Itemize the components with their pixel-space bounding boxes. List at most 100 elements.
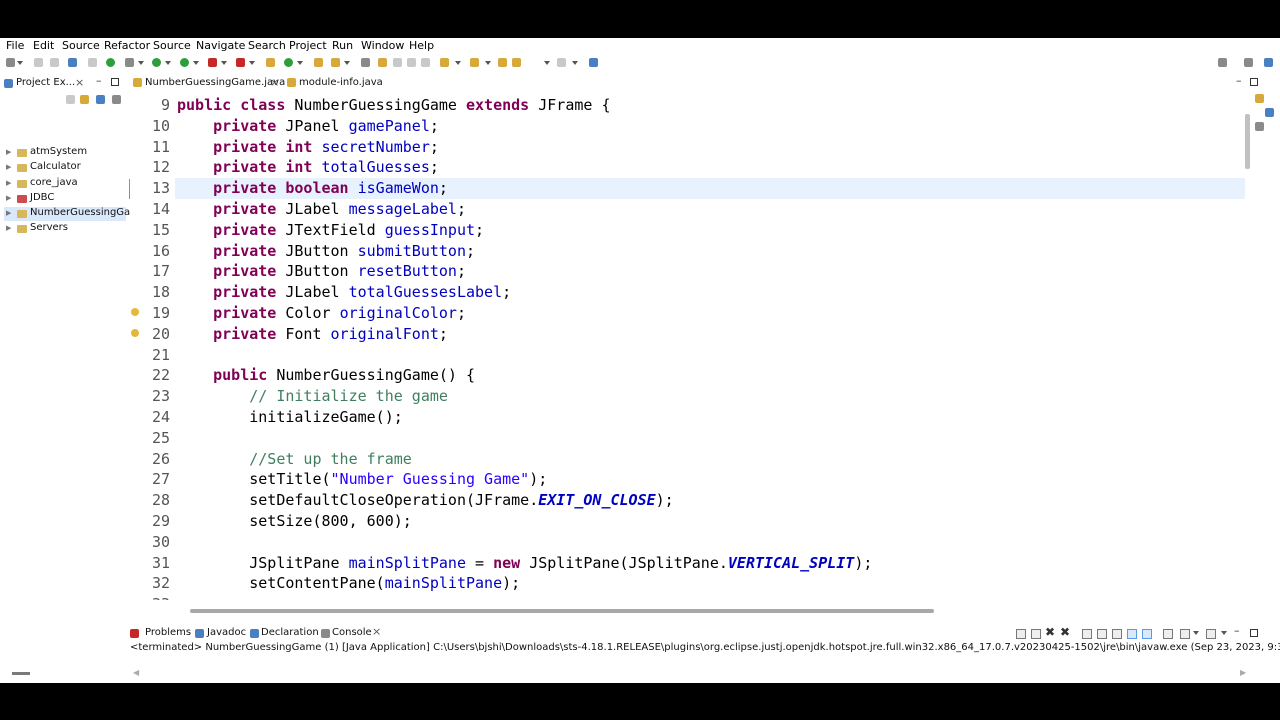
scroll-right-icon[interactable]: ▶ (1240, 668, 1246, 677)
mark-occurrences-icon[interactable] (361, 58, 370, 67)
tree-item-atmsystem[interactable]: ▶ atmSystem (4, 146, 126, 160)
expand-icon[interactable]: ▶ (6, 194, 11, 202)
code-line[interactable]: private int totalGuesses; (177, 158, 439, 176)
clear-console-icon[interactable] (1082, 629, 1092, 639)
menu-project[interactable]: Project (289, 39, 327, 52)
code-line[interactable]: setContentPane(mainSplitPane); (177, 574, 520, 592)
view-menu-icon[interactable] (112, 95, 121, 104)
code-line[interactable]: private JPanel gamePanel; (177, 117, 439, 135)
tree-item-jdbc[interactable]: ▶ JDBC (4, 192, 126, 206)
run-server-icon[interactable] (106, 58, 115, 67)
remove-launch-icon[interactable] (1016, 629, 1026, 639)
next-annotation-dropdown-icon[interactable] (455, 61, 461, 65)
tab-module-info[interactable]: module-info.java (299, 77, 383, 88)
pin-editor-icon[interactable] (589, 58, 598, 67)
code-line[interactable]: setSize(800, 600); (177, 512, 412, 530)
tree-item-core-java[interactable]: ▶ core_java (4, 177, 126, 191)
code-line[interactable]: private JTextField guessInput; (177, 221, 484, 239)
save-all-icon[interactable] (50, 58, 59, 67)
code-line[interactable]: private boolean isGameWon; (177, 179, 448, 197)
toggle-breadcrumb-icon[interactable] (378, 58, 387, 67)
run-icon[interactable] (152, 58, 161, 67)
menu-file[interactable]: File (6, 39, 24, 52)
tab-declaration[interactable]: Declaration (261, 627, 319, 638)
block-selection-icon[interactable] (393, 58, 402, 67)
minimize-icon[interactable]: – (96, 74, 102, 87)
new-icon[interactable] (6, 58, 15, 67)
display-console-icon[interactable] (1180, 629, 1190, 639)
code-editor[interactable]: 9 public class NumberGuessingGame extends… (130, 94, 1250, 600)
link-with-editor-icon[interactable] (80, 95, 89, 104)
code-line[interactable]: setTitle("Number Guessing Game"); (177, 470, 547, 488)
expand-icon[interactable]: ▶ (6, 148, 11, 156)
tab-console[interactable]: Console (332, 627, 372, 638)
expand-icon[interactable]: ▶ (6, 224, 11, 232)
menu-source[interactable]: Source (62, 39, 100, 52)
menu-window[interactable]: Window (361, 39, 404, 52)
tab-problems[interactable]: Problems (145, 627, 191, 638)
code-line[interactable]: // Initialize the game (177, 387, 448, 405)
filter-icon[interactable] (96, 95, 105, 104)
project-explorer-tab[interactable]: Project Ex... (16, 77, 75, 88)
open-console-dropdown-icon[interactable] (1221, 631, 1227, 635)
menu-refactor[interactable]: Refactor (104, 39, 150, 52)
editor-maximize-icon[interactable] (1250, 78, 1258, 86)
show-on-error-icon[interactable] (1142, 629, 1152, 639)
search-icon[interactable] (1218, 58, 1227, 67)
close-tab-icon[interactable]: × (270, 76, 279, 89)
coverage-icon[interactable] (180, 58, 189, 67)
open-perspective-icon[interactable] (1244, 58, 1253, 67)
stop-icon[interactable] (208, 58, 217, 67)
terminate-icon[interactable] (1031, 629, 1041, 639)
back-dropdown-icon[interactable] (544, 61, 550, 65)
debug-icon[interactable] (125, 58, 134, 67)
open-console-icon[interactable] (1206, 629, 1216, 639)
menu-navigate[interactable]: Navigate (196, 39, 245, 52)
terminal-icon[interactable] (68, 58, 77, 67)
scroll-left-icon[interactable]: ◀ (133, 668, 139, 677)
stop-dropdown-icon[interactable] (221, 61, 227, 65)
remove-all-icon[interactable]: ✖ (1060, 625, 1070, 639)
new-dropdown-icon[interactable] (17, 61, 23, 65)
tree-item-numberguessinggame[interactable]: ▶ NumberGuessingGam (4, 207, 140, 221)
word-wrap-console-icon[interactable] (1112, 629, 1122, 639)
panel-minimize-icon[interactable]: – (1234, 624, 1240, 637)
debug-dropdown-icon[interactable] (138, 61, 144, 65)
skip-breakpoints-icon[interactable] (88, 58, 97, 67)
forward-icon[interactable] (557, 58, 566, 67)
expand-icon[interactable]: ▶ (6, 179, 11, 187)
search-dropdown-icon[interactable] (344, 61, 350, 65)
code-line[interactable]: private JButton submitButton; (177, 242, 475, 260)
next-annotation-icon[interactable] (440, 58, 449, 67)
previous-annotation-dropdown-icon[interactable] (485, 61, 491, 65)
code-line[interactable]: private JLabel messageLabel; (177, 200, 466, 218)
collapse-all-icon[interactable] (66, 95, 75, 104)
code-line[interactable]: private Font originalFont; (177, 325, 448, 343)
marker-icon[interactable] (1255, 122, 1264, 131)
code-line[interactable]: //Set up the frame (177, 450, 412, 468)
code-line[interactable]: JSplitPane mainSplitPane = new JSplitPan… (177, 554, 872, 572)
display-console-dropdown-icon[interactable] (1193, 631, 1199, 635)
vertical-scrollbar[interactable] (1245, 114, 1250, 169)
remove-all-terminated-icon[interactable]: ✖ (1045, 625, 1055, 639)
external-tools-dropdown-icon[interactable] (249, 61, 255, 65)
new-class-dropdown-icon[interactable] (297, 61, 303, 65)
tree-item-servers[interactable]: ▶ Servers (4, 222, 126, 236)
code-line[interactable]: initializeGame(); (177, 408, 403, 426)
horizontal-scrollbar[interactable] (190, 609, 934, 613)
forward-dropdown-icon[interactable] (572, 61, 578, 65)
coverage-dropdown-icon[interactable] (193, 61, 199, 65)
new-java-project-icon[interactable] (266, 58, 275, 67)
menu-edit[interactable]: Edit (33, 39, 54, 52)
menu-help[interactable]: Help (409, 39, 434, 52)
code-line[interactable]: setDefaultCloseOperation(JFrame.EXIT_ON_… (177, 491, 673, 509)
previous-annotation-icon[interactable] (470, 58, 479, 67)
save-icon[interactable] (34, 58, 43, 67)
scroll-lock-icon[interactable] (1097, 629, 1107, 639)
editor-minimize-icon[interactable]: – (1236, 74, 1242, 87)
back-icon[interactable] (512, 58, 521, 67)
run-dropdown-icon[interactable] (165, 61, 171, 65)
tab-javadoc[interactable]: Javadoc (207, 627, 246, 638)
show-on-output-icon[interactable] (1127, 629, 1137, 639)
panel-maximize-icon[interactable] (1250, 629, 1258, 637)
